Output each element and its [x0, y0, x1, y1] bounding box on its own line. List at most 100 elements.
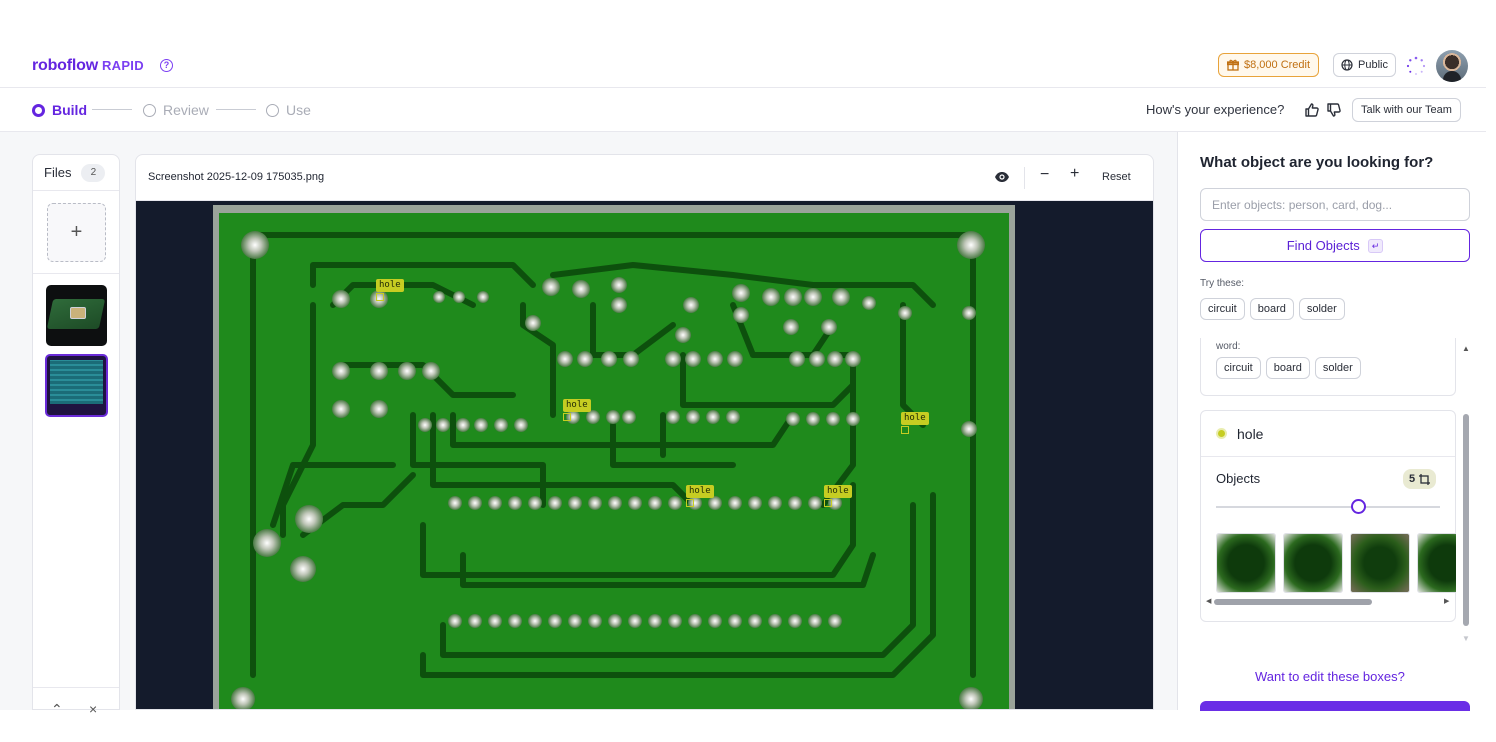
primary-action-button[interactable] [1200, 701, 1470, 711]
scroll-down-icon[interactable]: ▼ [1462, 634, 1470, 643]
zoom-out-button[interactable]: − [1040, 166, 1049, 184]
confidence-slider-track[interactable] [1216, 506, 1440, 508]
image-viewer: Screenshot 2025-12-09 175035.png − + Res… [135, 154, 1154, 710]
scroll-up-icon[interactable]: ▲ [1462, 344, 1470, 353]
scrollbar-thumb[interactable] [1214, 599, 1372, 605]
credit-label: $8,000 Credit [1244, 59, 1311, 71]
word-chip-board[interactable]: board [1265, 357, 1310, 379]
file-thumbnail-2-selected[interactable] [45, 354, 108, 417]
step-review[interactable]: Review [143, 102, 209, 118]
gift-icon [1227, 59, 1239, 71]
thumbnail-pcb-image [50, 360, 103, 404]
suggestion-chip-circuit[interactable]: circuit [1200, 298, 1245, 320]
class-name: hole [1237, 425, 1264, 442]
toolbar-separator [1024, 167, 1025, 189]
files-panel: Files 2 + ⌃ × [32, 154, 120, 717]
image-canvas[interactable]: hole hole hole hole hole [136, 201, 1153, 709]
image-file-name: Screenshot 2025-12-09 175035.png [148, 171, 325, 183]
panel-vertical-scrollbar[interactable]: ▲ ▼ [1462, 344, 1470, 644]
objects-count: 5 [1409, 473, 1416, 485]
visibility-button[interactable]: Public [1333, 53, 1396, 77]
feedback-question: How's your experience? [1146, 102, 1285, 117]
workflow-steps: Build Review Use How's your experience? … [0, 88, 1486, 132]
file-thumbnail-1[interactable] [46, 285, 107, 346]
detection-box [376, 293, 384, 301]
globe-icon [1341, 59, 1353, 71]
visibility-label: Public [1358, 59, 1388, 71]
loading-spinner-icon [1406, 56, 1426, 75]
detection-label: hole [901, 412, 929, 425]
enter-key-icon: ↵ [1367, 238, 1384, 253]
brand-name: roboflow [32, 57, 98, 74]
bounding-box-icon [1419, 473, 1431, 485]
word-chip-solder[interactable]: solder [1314, 357, 1361, 379]
confidence-slider-handle[interactable] [1351, 499, 1366, 514]
divider [33, 687, 119, 688]
objects-count-badge: 5 [1403, 469, 1437, 489]
suggestion-chip-solder[interactable]: solder [1298, 298, 1345, 320]
files-label: Files [44, 165, 72, 180]
step-connector [92, 109, 132, 110]
thumbs-down-icon[interactable] [1326, 102, 1342, 118]
step-build-indicator [32, 103, 45, 117]
close-icon[interactable]: × [89, 701, 97, 717]
results-scroll-area[interactable]: word: circuit board solder hole Objects … [1200, 338, 1462, 642]
suggestion-chip-board[interactable]: board [1249, 298, 1294, 320]
thumbs-up-icon[interactable] [1304, 102, 1320, 118]
brand-logo[interactable]: roboflow RAPID [32, 57, 144, 75]
class-result-card: hole Objects 5 ◀ ▶ [1200, 410, 1456, 622]
app-root: roboflow RAPID ? $8,000 Credit Public Bui… [0, 0, 1496, 742]
step-connector [216, 109, 256, 110]
divider [33, 273, 119, 274]
zoom-in-button[interactable]: + [1070, 165, 1079, 183]
user-avatar[interactable] [1436, 50, 1468, 82]
viewer-toolbar: Screenshot 2025-12-09 175035.png − + Res… [136, 155, 1153, 201]
files-header: Files 2 [33, 155, 119, 191]
object-crop-thumbnail[interactable] [1417, 533, 1456, 593]
word-chip-circuit[interactable]: circuit [1216, 357, 1261, 379]
word-label: word: [1216, 341, 1241, 352]
step-build[interactable]: Build [32, 102, 87, 118]
panel-title: What object are you looking for? [1200, 154, 1434, 171]
class-color-dot [1216, 428, 1227, 439]
credit-button[interactable]: $8,000 Credit [1218, 53, 1320, 77]
step-use[interactable]: Use [266, 102, 311, 118]
detection-box [686, 499, 694, 507]
scroll-left-icon[interactable]: ◀ [1206, 597, 1211, 605]
object-crop-thumbnail[interactable] [1283, 533, 1343, 593]
object-search-input[interactable] [1200, 188, 1470, 221]
top-header: roboflow RAPID ? $8,000 Credit Public [0, 44, 1486, 88]
step-use-label: Use [286, 102, 311, 118]
find-objects-button[interactable]: Find Objects ↵ [1200, 229, 1470, 262]
word-suggestions-card: word: circuit board solder [1200, 338, 1456, 396]
detection-box [901, 426, 909, 434]
edit-boxes-link[interactable]: Want to edit these boxes? [1255, 669, 1405, 684]
step-build-label: Build [52, 102, 87, 118]
step-review-label: Review [163, 102, 209, 118]
scrollbar-thumb[interactable] [1463, 414, 1469, 626]
detection-label: hole [563, 399, 591, 412]
scroll-right-icon[interactable]: ▶ [1444, 597, 1449, 605]
chevron-up-icon[interactable]: ⌃ [51, 701, 63, 718]
brand-suffix: RAPID [101, 58, 144, 73]
add-file-button[interactable]: + [47, 203, 106, 262]
reset-zoom-button[interactable]: Reset [1102, 171, 1131, 183]
find-objects-label: Find Objects [1286, 238, 1360, 253]
files-count-badge: 2 [81, 163, 106, 182]
crops-horizontal-scrollbar[interactable]: ◀ ▶ [1206, 597, 1450, 605]
detection-label: hole [376, 279, 404, 292]
pcb-image [213, 205, 1015, 709]
class-header[interactable]: hole [1201, 411, 1455, 457]
suggestion-chips: circuit board solder [1200, 298, 1345, 320]
detection-box [824, 499, 832, 507]
object-search-panel: What object are you looking for? Find Ob… [1177, 132, 1486, 711]
talk-with-team-button[interactable]: Talk with our Team [1352, 98, 1461, 122]
eye-icon[interactable] [994, 169, 1010, 185]
detection-label: hole [824, 485, 852, 498]
object-crop-thumbnail[interactable] [1350, 533, 1410, 593]
object-crop-thumbnail[interactable] [1216, 533, 1276, 593]
try-these-label: Try these: [1200, 278, 1245, 289]
objects-label: Objects [1216, 471, 1261, 486]
detection-box [563, 413, 571, 421]
help-icon[interactable]: ? [160, 59, 173, 72]
